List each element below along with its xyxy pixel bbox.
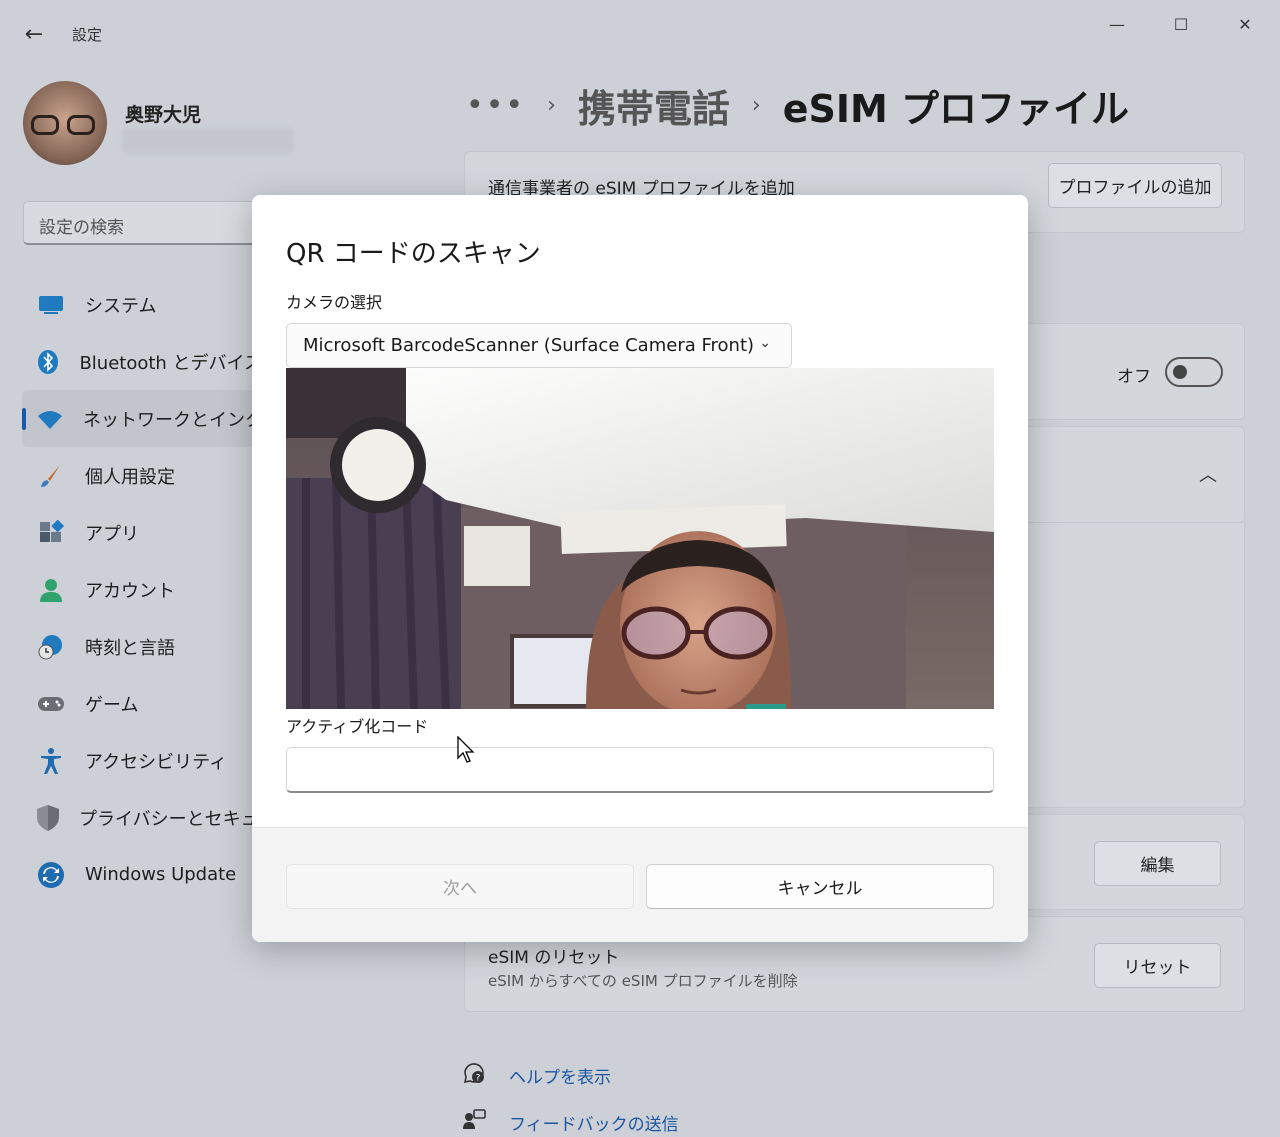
minimize-icon: — — [1109, 14, 1125, 34]
activation-code-input[interactable] — [286, 747, 994, 793]
apps-icon — [36, 518, 66, 548]
update-icon — [36, 860, 66, 890]
sidebar-item-label: システム — [85, 295, 157, 317]
sidebar-item-label: アクセシビリティ — [85, 751, 228, 773]
sidebar-item-accessibility[interactable]: アクセシビリティ — [22, 732, 262, 789]
camera-preview — [286, 368, 994, 709]
chevron-right-icon: › — [547, 92, 556, 118]
brush-icon — [36, 461, 66, 491]
chevron-up-icon: ︿ — [1199, 465, 1217, 486]
sidebar-item-apps[interactable]: アプリ — [22, 504, 262, 561]
globe-clock-icon — [36, 632, 66, 662]
help-link[interactable]: ? ヘルプを表示 — [462, 1060, 611, 1090]
toggle-switch[interactable] — [1165, 357, 1223, 387]
svg-text:?: ? — [476, 1073, 481, 1083]
account-icon — [36, 575, 66, 605]
sidebar-item-label: Bluetooth とデバイス — [79, 352, 262, 374]
feedback-link-label: フィードバックの送信 — [509, 1114, 679, 1135]
sidebar-item-label: Windows Update — [85, 864, 237, 885]
system-icon — [36, 290, 66, 320]
sidebar-item-privacy[interactable]: プライバシーとセキュリティ — [22, 789, 312, 846]
wifi-icon — [36, 404, 64, 434]
chevron-down-icon: ⌄ — [759, 335, 771, 351]
sidebar-item-time-language[interactable]: 時刻と言語 — [22, 618, 262, 675]
back-button[interactable]: ← — [18, 18, 50, 50]
avatar-glasses-left — [31, 115, 59, 135]
maximize-icon: ☐ — [1173, 14, 1189, 34]
next-button[interactable]: 次へ — [286, 864, 634, 909]
search-placeholder: 設定の検索 — [39, 218, 124, 238]
chevron-right-icon: › — [751, 92, 761, 118]
sidebar-nav: システム Bluetooth とデバイス ネットワークとインターネット 個人用設… — [22, 276, 335, 903]
user-email-blurred — [122, 128, 294, 154]
sidebar-item-label: アプリ — [85, 523, 139, 545]
settings-search-input[interactable]: 設定の検索 — [23, 201, 283, 245]
edit-button[interactable]: 編集 — [1094, 841, 1221, 886]
bluetooth-icon — [36, 347, 60, 377]
mouse-cursor-icon — [457, 736, 475, 763]
reset-description: eSIM からすべての eSIM プロファイルを削除 — [488, 972, 798, 990]
avatar[interactable] — [23, 81, 107, 165]
page-title: eSIM プロファイル — [782, 86, 1130, 131]
feedback-icon — [462, 1108, 488, 1137]
back-arrow-icon: ← — [24, 21, 44, 47]
dialog-title: QR コードのスキャン — [286, 239, 541, 269]
reset-title: eSIM のリセット — [488, 948, 620, 968]
shield-icon — [36, 803, 60, 833]
activation-code-label: アクティブ化コード — [286, 717, 429, 736]
title-bar: ← 設定 — ☐ ✕ — [0, 0, 1280, 60]
gamepad-icon — [36, 689, 66, 719]
avatar-glasses-right — [67, 115, 95, 135]
sidebar-item-label: アカウント — [85, 580, 175, 602]
feedback-link[interactable]: フィードバックの送信 — [462, 1107, 679, 1137]
sidebar-item-label: ゲーム — [85, 694, 139, 716]
close-button[interactable]: ✕ — [1222, 8, 1268, 40]
sidebar-item-personalization[interactable]: 個人用設定 — [22, 447, 262, 504]
camera-select-value: Microsoft BarcodeScanner (Surface Camera… — [303, 335, 755, 356]
sidebar-item-network[interactable]: ネットワークとインターネット — [22, 390, 335, 447]
dialog-footer: 次へ キャンセル — [252, 827, 1028, 942]
toggle-state-label: オフ — [1117, 367, 1151, 387]
sidebar-item-system[interactable]: システム — [22, 276, 262, 333]
qr-scan-dialog: QR コードのスキャン カメラの選択 Microsoft BarcodeScan… — [252, 195, 1028, 942]
camera-select-dropdown[interactable]: Microsoft BarcodeScanner (Surface Camera… — [286, 323, 792, 368]
reset-button[interactable]: リセット — [1094, 943, 1221, 988]
camera-select-label: カメラの選択 — [286, 293, 383, 312]
breadcrumb-more-button[interactable]: ••• — [466, 88, 525, 123]
accessibility-icon — [36, 746, 66, 776]
user-name: 奥野大児 — [125, 104, 202, 126]
maximize-button[interactable]: ☐ — [1158, 8, 1204, 40]
sidebar-item-label: 時刻と言語 — [85, 637, 175, 659]
app-title: 設定 — [72, 26, 103, 44]
sidebar-item-bluetooth[interactable]: Bluetooth とデバイス — [22, 333, 262, 390]
camera-preview-image — [286, 368, 994, 709]
sidebar-item-label: 個人用設定 — [85, 466, 175, 488]
sidebar-item-accounts[interactable]: アカウント — [22, 561, 262, 618]
sidebar-item-windows-update[interactable]: Windows Update — [22, 846, 262, 903]
add-profile-button[interactable]: プロファイルの追加 — [1048, 163, 1222, 208]
help-link-label: ヘルプを表示 — [509, 1067, 611, 1088]
minimize-button[interactable]: — — [1094, 8, 1140, 40]
sidebar-item-gaming[interactable]: ゲーム — [22, 675, 262, 732]
breadcrumb-parent-link[interactable]: 携帯電話 — [578, 78, 730, 133]
close-icon: ✕ — [1238, 14, 1252, 34]
breadcrumb: ••• › 携帯電話 › eSIM プロファイル — [466, 78, 1130, 133]
help-icon: ? — [462, 1061, 488, 1090]
cancel-button[interactable]: キャンセル — [646, 864, 994, 909]
